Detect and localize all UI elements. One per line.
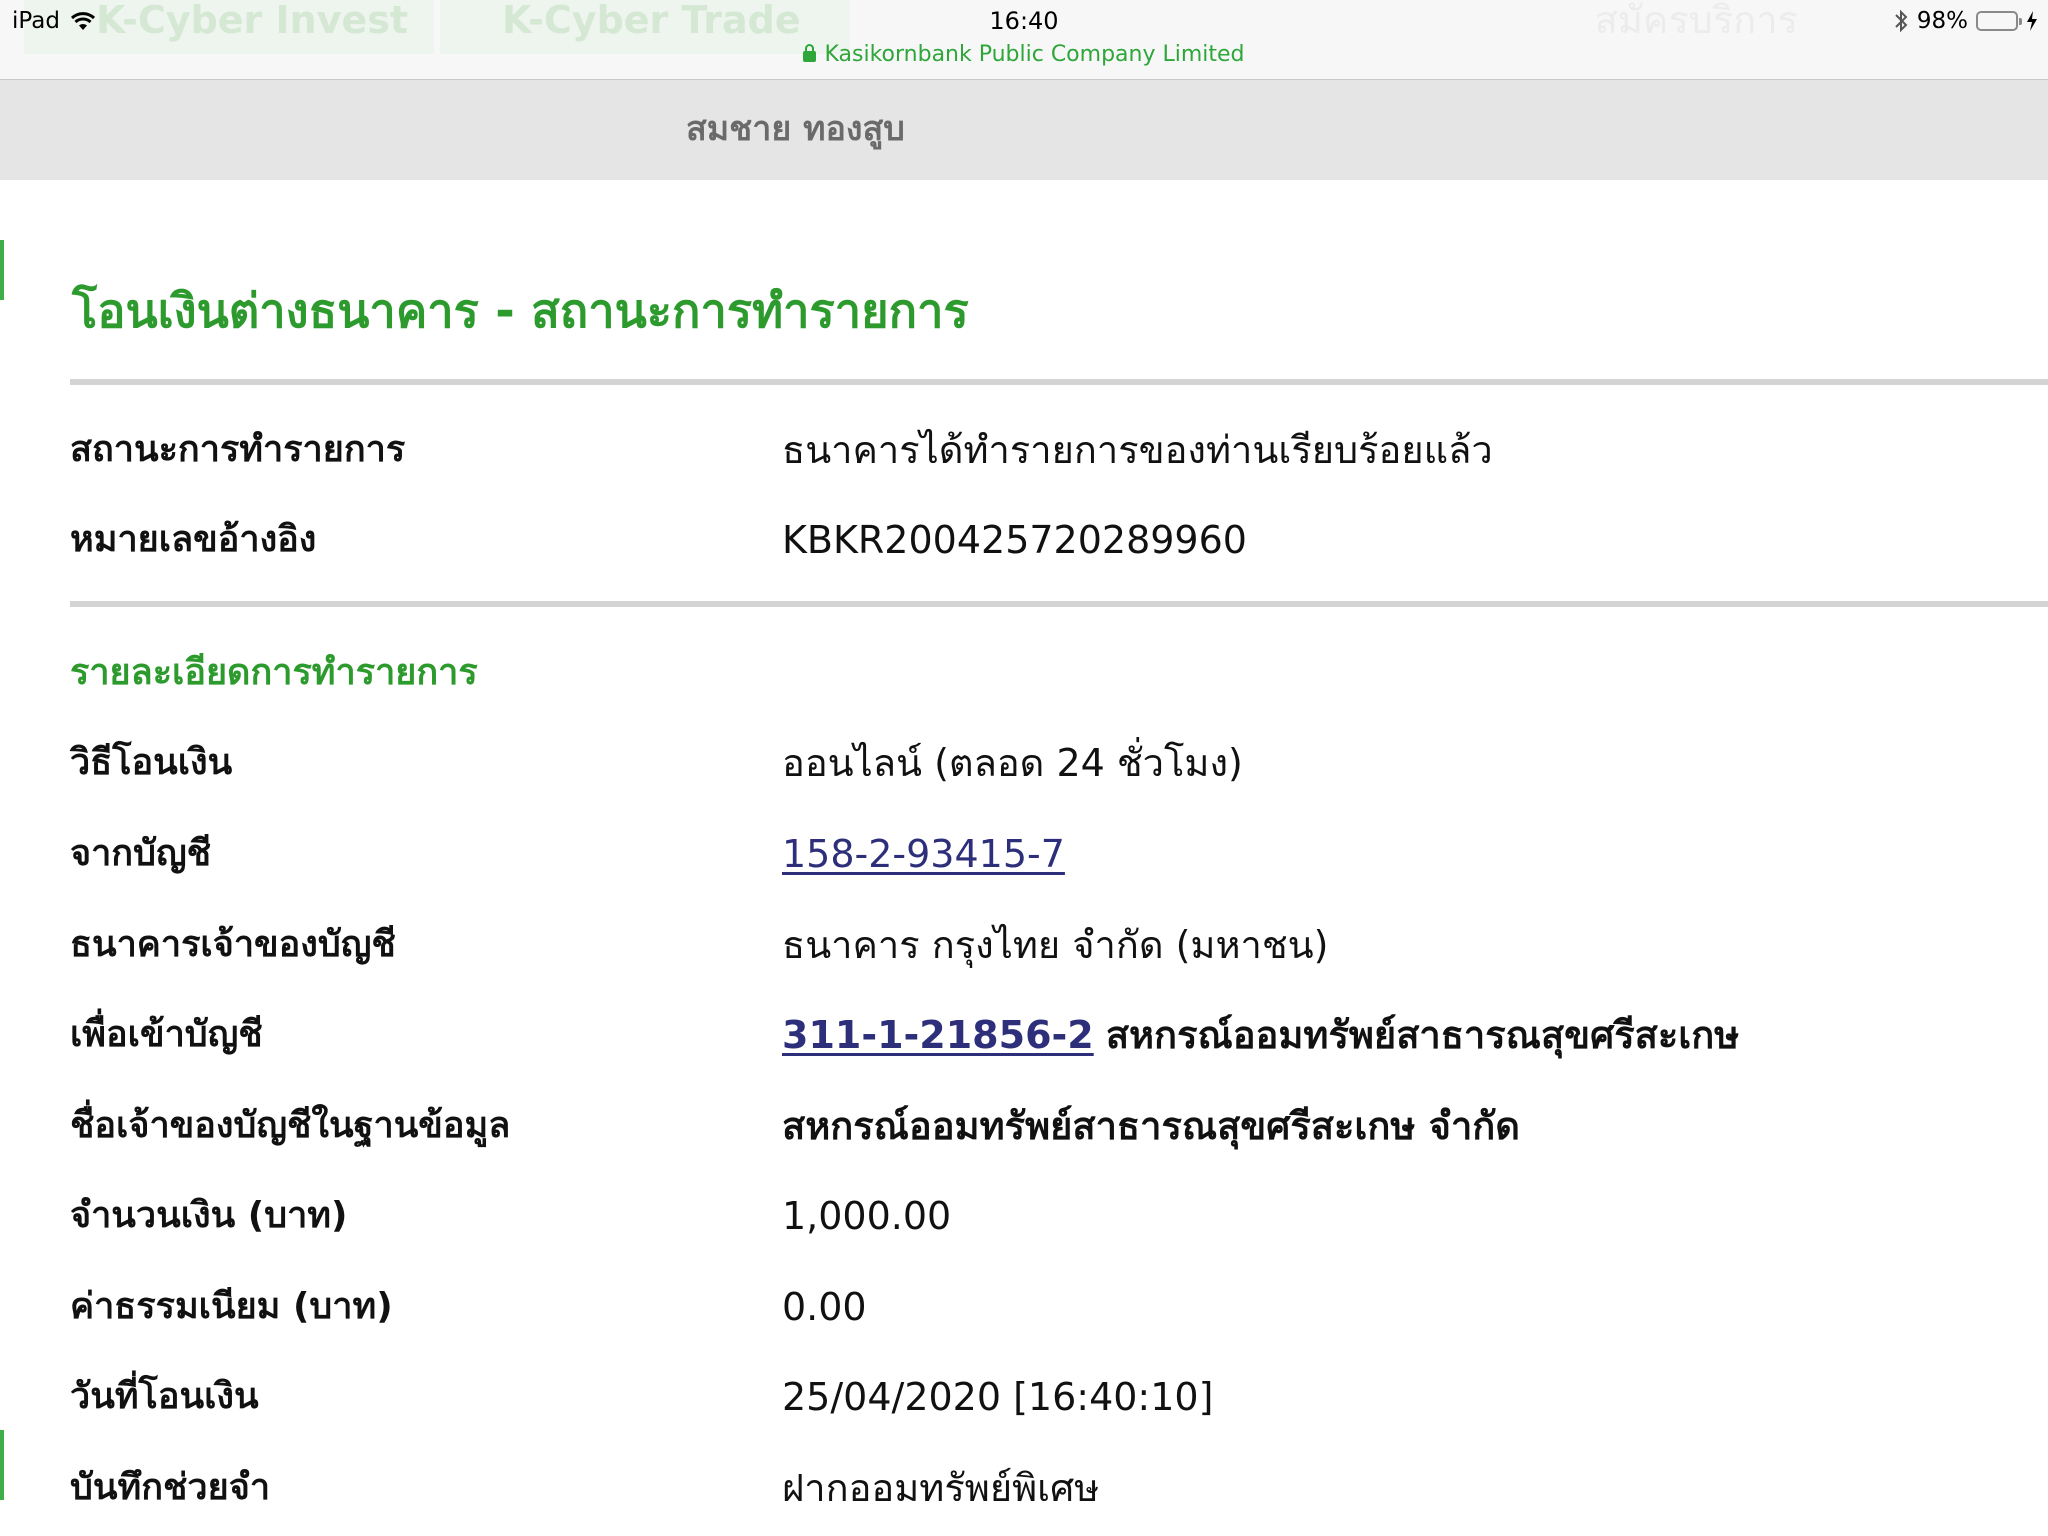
from-account-link[interactable]: 158-2-93415-7 — [782, 832, 1065, 876]
method-label: วิธีโอนเงิน — [70, 742, 233, 783]
reference-label: หมายเลขอ้างอิง — [70, 519, 317, 560]
status-label: สถานะการทำรายการ — [70, 429, 406, 470]
charging-icon — [2027, 11, 2037, 31]
address-bar[interactable]: Kasikornbank Public Company Limited — [0, 41, 2048, 69]
clock: 16:40 — [989, 7, 1059, 35]
memo-label: บันทึกช่วยจำ — [70, 1467, 271, 1508]
edge-accent — [0, 1430, 4, 1500]
bank-label: ธนาคารเจ้าของบัญชี — [70, 924, 396, 965]
method-value: ออนไลน์ (ตลอด 24 ชั่วโมง) — [782, 741, 1243, 785]
battery-percent: 98% — [1916, 8, 1968, 34]
amount-label: จำนวนเงิน (บาท) — [70, 1195, 348, 1236]
to-account-link[interactable]: 311-1-21856-2 — [782, 1013, 1094, 1057]
battery-icon — [1976, 11, 2022, 31]
page: K-Cyber Invest K-Cyber Trade สมัครบริการ… — [0, 0, 2048, 1536]
status-bar: K-Cyber Invest K-Cyber Trade สมัครบริการ… — [0, 0, 2048, 80]
divider — [70, 379, 2048, 385]
amount-value: 1,000.00 — [782, 1194, 952, 1238]
status-right: 98% — [1893, 6, 2038, 36]
user-header: สมชาย ทองสูบ — [0, 80, 2048, 180]
reference-value: KBKR200425720289960 — [782, 518, 1247, 562]
memo-value: ฝากออมทรัพย์พิเศษ — [782, 1466, 1100, 1510]
to-account-label: เพื่อเข้าบัญชี — [70, 1014, 263, 1055]
lock-icon — [803, 44, 817, 62]
date-value: 25/04/2020 [16:40:10] — [782, 1375, 1214, 1419]
fee-label: ค่าธรรมเนียม (บาท) — [70, 1286, 393, 1327]
page-title: โอนเงินต่างธนาคาร - สถานะการทำรายการ — [72, 284, 969, 339]
edge-accent — [0, 240, 4, 300]
db-owner-label: ชื่อเจ้าของบัญชีในฐานข้อมูล — [70, 1105, 511, 1146]
db-owner-value: สหกรณ์ออมทรัพย์สาธารณสุขศรีสะเกษ จำกัด — [782, 1104, 1520, 1148]
status-value: ธนาคารได้ทำรายการของท่านเรียบร้อยแล้ว — [782, 428, 1493, 472]
to-account-name: สหกรณ์ออมทรัพย์สาธารณสุขศรีสะเกษ — [1105, 1013, 1740, 1057]
site-label: Kasikornbank Public Company Limited — [824, 42, 1245, 67]
date-label: วันที่โอนเงิน — [70, 1376, 259, 1417]
bank-value: ธนาคาร กรุงไทย จำกัด (มหาชน) — [782, 923, 1329, 967]
from-account-row: 158-2-93415-7 — [782, 829, 1065, 879]
to-account-row: 311-1-21856-2 สหกรณ์ออมทรัพย์สาธารณสุขศร… — [782, 1010, 1739, 1060]
section-title: รายละเอียดการทำรายการ — [70, 652, 478, 693]
fee-value: 0.00 — [782, 1285, 867, 1329]
from-account-label: จากบัญชี — [70, 833, 212, 874]
user-name: สมชาย ทองสูบ — [686, 109, 905, 149]
divider — [70, 601, 2048, 607]
bluetooth-icon — [1895, 9, 1908, 33]
